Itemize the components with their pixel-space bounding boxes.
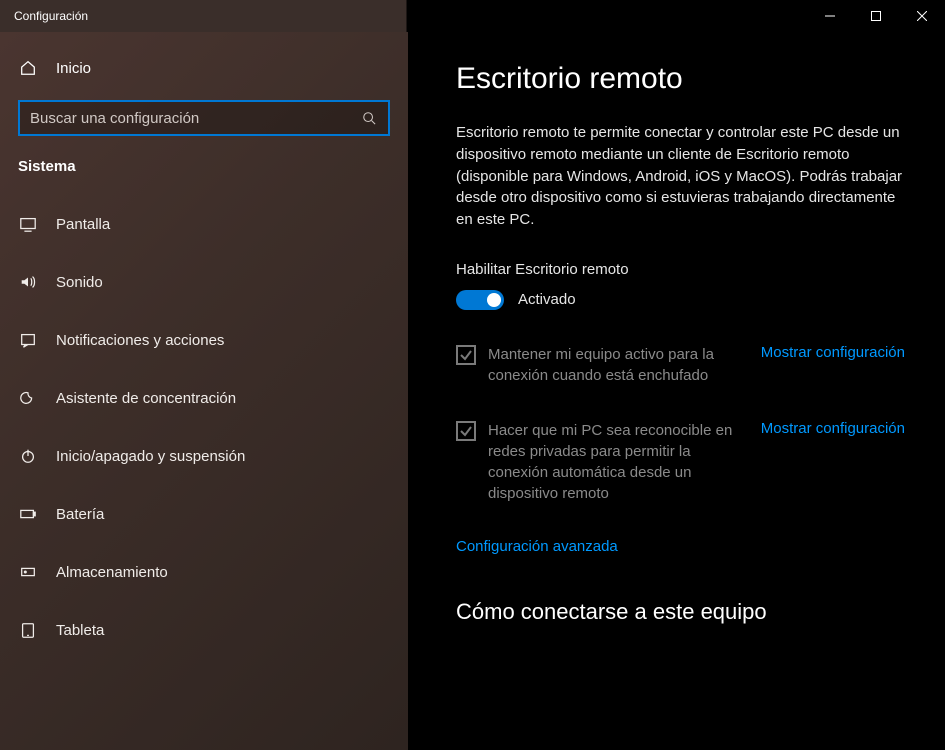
sidebar-item-label: Sonido	[56, 274, 103, 291]
power-icon	[18, 447, 38, 465]
show-config-link-1[interactable]: Mostrar configuración	[761, 344, 905, 361]
home-label: Inicio	[56, 60, 91, 77]
page-title: Escritorio remoto	[456, 62, 905, 96]
battery-icon	[18, 505, 38, 523]
sidebar-item-energia[interactable]: Inicio/apagado y suspensión	[0, 427, 408, 485]
home-button[interactable]: Inicio	[0, 46, 408, 90]
close-icon	[917, 11, 927, 21]
focus-icon	[18, 389, 38, 407]
content-pane: Escritorio remoto Escritorio remoto te p…	[408, 32, 945, 750]
option-text: Hacer que mi PC sea reconocible en redes…	[488, 420, 743, 504]
window-controls	[807, 0, 945, 32]
sidebar-item-label: Asistente de concentración	[56, 390, 236, 407]
sidebar-item-asistente[interactable]: Asistente de concentración	[0, 369, 408, 427]
search-icon	[360, 111, 378, 125]
sidebar-item-notificaciones[interactable]: Notificaciones y acciones	[0, 311, 408, 369]
check-icon	[459, 348, 473, 362]
display-icon	[18, 215, 38, 233]
tablet-icon	[18, 621, 38, 639]
option-keep-awake: Mantener mi equipo activo para la conexi…	[456, 344, 905, 386]
option-text: Mantener mi equipo activo para la conexi…	[488, 344, 743, 386]
sidebar-item-label: Almacenamiento	[56, 564, 168, 581]
sidebar-item-label: Inicio/apagado y suspensión	[56, 448, 245, 465]
sidebar: Inicio Sistema Pantalla	[0, 32, 408, 750]
home-icon	[18, 59, 38, 77]
minimize-icon	[825, 11, 835, 21]
sidebar-item-sonido[interactable]: Sonido	[0, 253, 408, 311]
sidebar-item-label: Pantalla	[56, 216, 110, 233]
nav-list: Pantalla Sonido Notificaciones y accione…	[0, 195, 408, 659]
titlebar: Configuración	[0, 0, 945, 32]
storage-icon	[18, 563, 38, 581]
search-input[interactable]	[30, 110, 360, 127]
search-box[interactable]	[18, 100, 390, 136]
intro-text: Escritorio remoto te permite conectar y …	[456, 122, 905, 231]
sidebar-item-label: Notificaciones y acciones	[56, 332, 224, 349]
enable-toggle[interactable]	[456, 290, 504, 310]
checkbox-discoverable[interactable]	[456, 421, 476, 441]
maximize-button[interactable]	[853, 0, 899, 32]
notifications-icon	[18, 331, 38, 349]
check-icon	[459, 424, 473, 438]
option-discoverable: Hacer que mi PC sea reconocible en redes…	[456, 420, 905, 504]
checkbox-keep-awake[interactable]	[456, 345, 476, 365]
sidebar-item-tableta[interactable]: Tableta	[0, 601, 408, 659]
maximize-icon	[871, 11, 881, 21]
sidebar-item-label: Batería	[56, 506, 104, 523]
sidebar-item-pantalla[interactable]: Pantalla	[0, 195, 408, 253]
close-button[interactable]	[899, 0, 945, 32]
sound-icon	[18, 273, 38, 291]
show-config-link-2[interactable]: Mostrar configuración	[761, 420, 905, 437]
sidebar-item-almacenamiento[interactable]: Almacenamiento	[0, 543, 408, 601]
sidebar-item-label: Tableta	[56, 622, 104, 639]
advanced-config-link[interactable]: Configuración avanzada	[456, 538, 618, 555]
category-heading: Sistema	[0, 154, 408, 195]
toggle-state: Activado	[518, 291, 576, 308]
connect-subheading: Cómo conectarse a este equipo	[456, 599, 905, 625]
window-title: Configuración	[0, 9, 807, 23]
enable-label: Habilitar Escritorio remoto	[456, 261, 905, 278]
toggle-knob	[487, 293, 501, 307]
minimize-button[interactable]	[807, 0, 853, 32]
sidebar-item-bateria[interactable]: Batería	[0, 485, 408, 543]
